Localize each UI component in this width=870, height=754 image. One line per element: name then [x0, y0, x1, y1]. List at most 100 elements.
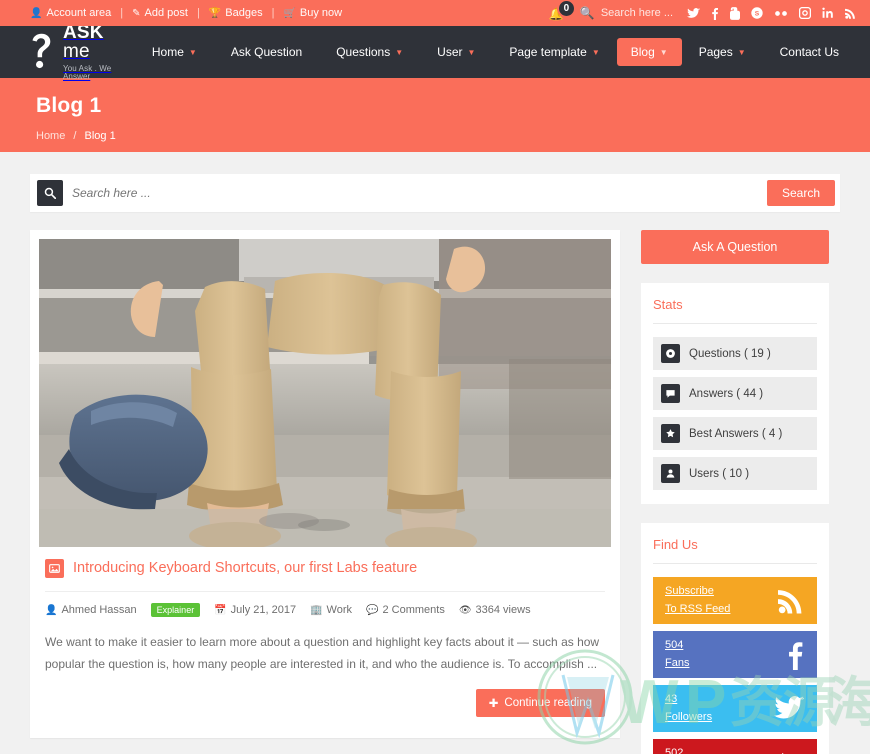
topbar-link-buy-now[interactable]: 🛒 Buy now — [283, 7, 342, 19]
calendar-icon: 📅 — [214, 604, 227, 616]
social-box-line1: 502 — [665, 747, 684, 754]
page-header: Blog 1 Home / Blog 1 — [0, 78, 870, 152]
post-category[interactable]: 🏢 Work — [310, 604, 352, 616]
flickr-icon[interactable] — [774, 10, 788, 17]
topbar-link-add-post[interactable]: ✎ Add post — [132, 7, 188, 19]
post-author[interactable]: 👤 Ahmed Hassan — [45, 604, 137, 616]
user-icon: 👤 — [45, 604, 58, 616]
notifications-button[interactable]: 🔔 0 — [546, 0, 580, 26]
post-views-label: 3364 views — [475, 604, 531, 616]
linkedin-icon[interactable] — [822, 7, 834, 19]
stat-item-answers[interactable]: Answers ( 44 ) — [653, 377, 817, 410]
nav-item-label: Page template — [509, 45, 587, 59]
trophy-icon: 🏆 — [208, 7, 222, 19]
youtube-icon[interactable] — [730, 6, 740, 20]
nav-item-pages[interactable]: Pages ▼ — [682, 38, 763, 66]
post-date-label: July 21, 2017 — [230, 604, 297, 616]
breadcrumb: Home / Blog 1 — [36, 130, 870, 142]
sidebar: Ask A Question Stats Questions ( 19 ) An… — [641, 230, 829, 754]
social-box-text: 502 Subscribers — [665, 745, 723, 754]
facebook-icon — [787, 640, 804, 670]
nav-item-label: Contact Us — [779, 45, 839, 59]
nav-item-label: Blog — [630, 45, 655, 59]
nav-item-page-template[interactable]: Page template ▼ — [492, 38, 616, 66]
social-box-line1: 504 — [665, 639, 684, 652]
continue-reading-button[interactable]: ✚ Continue reading — [475, 689, 605, 718]
chevron-down-icon: ▼ — [737, 47, 746, 57]
top-bar-links: 👤 Account area | ✎ Add post | 🏆 Badges |… — [30, 7, 342, 19]
page-title: Blog 1 — [36, 94, 102, 117]
image-icon — [45, 559, 64, 578]
search-button[interactable]: Search — [766, 180, 835, 206]
nav-item-questions[interactable]: Questions ▼ — [319, 38, 420, 66]
post-thumbnail[interactable] — [39, 239, 611, 547]
instagram-icon[interactable] — [799, 7, 811, 19]
facebook-icon[interactable] — [711, 7, 719, 20]
separator: | — [271, 7, 275, 19]
social-box-youtube[interactable]: 502 Subscribers — [653, 739, 817, 754]
nav-item-label: Ask Question — [230, 45, 303, 59]
social-box-facebook[interactable]: 504 Fans — [653, 631, 817, 678]
top-bar-right: 🔔 0 🔍 Search here ... S — [546, 0, 856, 26]
separator: | — [196, 7, 200, 19]
chevron-down-icon: ▼ — [188, 47, 197, 57]
social-box-text: 504 Fans — [665, 637, 689, 671]
post-author-label: Ahmed Hassan — [61, 604, 137, 616]
stats-widget-title: Stats — [653, 297, 817, 324]
social-box-text: 43 Followers — [665, 691, 712, 725]
social-box-line2: To RSS Feed — [665, 602, 731, 615]
topbar-search[interactable]: 🔍 Search here ... — [580, 6, 673, 20]
site-logo[interactable]: ASK me You Ask . We Answer — [30, 23, 135, 81]
post-category-label: Work — [326, 604, 353, 616]
user-icon: 👤 — [30, 7, 43, 19]
social-box-rss[interactable]: Subscribe To RSS Feed — [653, 577, 817, 624]
skype-icon[interactable]: S — [751, 7, 763, 19]
post-title-link[interactable]: Introducing Keyboard Shortcuts, our firs… — [73, 560, 417, 577]
topbar-link-account-area[interactable]: 👤 Account area — [30, 7, 111, 19]
topbar-link-label: Account area — [46, 7, 112, 19]
nav-item-blog[interactable]: Blog ▼ — [616, 38, 682, 66]
chevron-down-icon: ▼ — [659, 47, 668, 57]
brand-name-light: me — [63, 41, 90, 62]
nav-item-label: Pages — [698, 45, 733, 59]
star-icon — [661, 424, 680, 443]
search-icon: 🔍 — [579, 6, 595, 20]
nav-item-user[interactable]: User ▼ — [420, 38, 492, 66]
youtube-icon — [774, 750, 804, 754]
comment-icon: 💬 — [366, 604, 379, 616]
eye-icon: 👁 — [458, 604, 472, 616]
nav-item-contact-us[interactable]: Contact Us — [763, 38, 856, 66]
pencil-icon: ✎ — [132, 7, 141, 19]
post-excerpt: We want to make it easier to learn more … — [45, 635, 600, 672]
breadcrumb-home[interactable]: Home — [36, 130, 65, 142]
twitter-icon — [774, 696, 804, 721]
twitter-icon[interactable] — [687, 7, 700, 19]
nav-item-home[interactable]: Home ▼ — [135, 38, 214, 66]
post-comments[interactable]: 💬 2 Comments — [366, 604, 445, 616]
post-card: Introducing Keyboard Shortcuts, our firs… — [30, 230, 620, 739]
notification-count-badge: 0 — [556, 0, 576, 18]
search-icon — [37, 180, 63, 206]
search-bar: Search — [30, 174, 840, 212]
stat-label: Users ( 10 ) — [689, 467, 750, 480]
search-input[interactable] — [63, 186, 767, 200]
ask-a-question-button[interactable]: Ask A Question — [641, 230, 829, 264]
find-us-widget: Find Us Subscribe To RSS Feed 504 Fans 4… — [641, 523, 829, 754]
rss-icon[interactable] — [845, 8, 856, 19]
chevron-down-icon: ▼ — [395, 47, 404, 57]
stat-item-users[interactable]: Users ( 10 ) — [653, 457, 817, 490]
post-body: Introducing Keyboard Shortcuts, our firs… — [39, 547, 611, 729]
post-views: 👁 3364 views — [459, 604, 531, 616]
post-date: 📅 July 21, 2017 — [214, 604, 296, 616]
post-title-row: Introducing Keyboard Shortcuts, our firs… — [45, 559, 605, 578]
question-icon — [661, 344, 680, 363]
status-badge: Explainer — [150, 603, 201, 617]
stat-item-questions[interactable]: Questions ( 19 ) — [653, 337, 817, 370]
topbar-link-badges[interactable]: 🏆 Badges — [209, 7, 263, 19]
nav-item-ask-question[interactable]: Ask Question — [214, 38, 319, 66]
topbar-search-placeholder: Search here ... — [600, 7, 673, 19]
cart-icon: 🛒 — [283, 7, 296, 19]
social-box-twitter[interactable]: 43 Followers — [653, 685, 817, 732]
topbar-link-label: Buy now — [299, 7, 343, 19]
stat-item-best-answers[interactable]: Best Answers ( 4 ) — [653, 417, 817, 450]
